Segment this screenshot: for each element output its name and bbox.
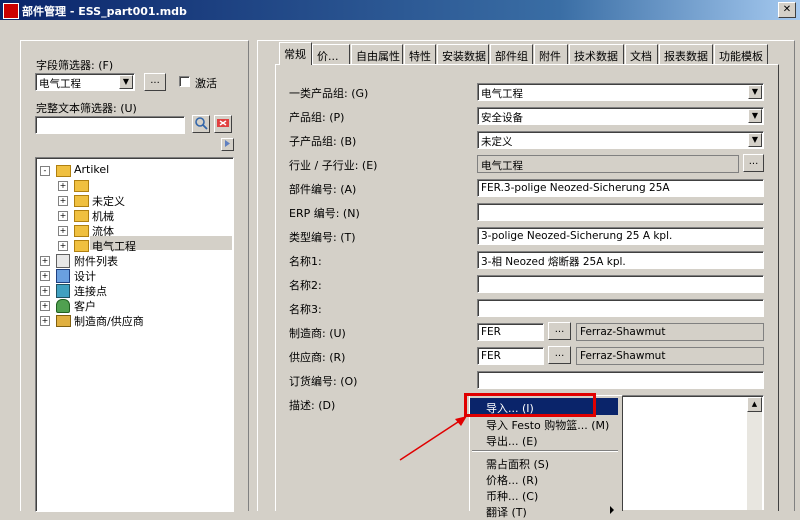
industry-label: 行业 / 子行业: (E)	[289, 159, 378, 172]
manufacturer-more-button[interactable]: ...	[548, 322, 571, 340]
product-group-select[interactable]: 安全设备 ▼	[477, 107, 764, 125]
field-filter-more-button[interactable]: ...	[144, 73, 166, 91]
chevron-down-icon[interactable]: ▼	[748, 109, 762, 123]
part-number-label: 部件编号: (A)	[289, 183, 357, 196]
menu-item-translate[interactable]: 翻译 (T)	[470, 502, 618, 519]
erp-number-label: ERP 编号: (N)	[289, 207, 360, 220]
fulltext-filter-input[interactable]	[35, 116, 185, 134]
supplier-label: 供应商: (R)	[289, 351, 346, 364]
erp-number-input[interactable]	[477, 203, 764, 221]
supplier-code-input[interactable]: FER	[477, 347, 544, 365]
field-filter-value: 电气工程	[39, 78, 81, 90]
tab-price[interactable]: 价...	[312, 44, 350, 64]
part-number-input[interactable]: FER.3-polige Neozed-Sicherung 25A	[477, 179, 764, 197]
tab-documents[interactable]: 文档	[625, 44, 658, 64]
app-icon	[3, 3, 19, 19]
field-filter-label: 字段筛选器: (F)	[36, 59, 114, 72]
apply-arrow-icon[interactable]	[221, 138, 234, 151]
menu-item-space-requirement[interactable]: 需占面积 (S)	[470, 454, 618, 471]
industry-field: 电气工程	[477, 155, 739, 173]
field-filter-select[interactable]: 电气工程 ▼	[35, 73, 135, 91]
manufacturer-name-field: Ferraz-Shawmut	[576, 323, 764, 341]
tab-general[interactable]: 常规	[279, 42, 312, 65]
chevron-down-icon[interactable]: ▼	[748, 133, 762, 147]
description-scrollbar[interactable]: ▲	[747, 397, 762, 510]
manufacturer-label: 制造商: (U)	[289, 327, 346, 340]
name3-input[interactable]	[477, 299, 764, 317]
tab-free-properties[interactable]: 自由属性	[351, 44, 403, 64]
annotation-arrow-icon	[399, 416, 467, 461]
menu-item-currency[interactable]: 币种... (C)	[470, 486, 618, 503]
tab-report-data[interactable]: 报表数据	[659, 44, 713, 64]
customer-icon	[56, 299, 70, 313]
order-number-input[interactable]	[477, 371, 764, 389]
tab-function-template[interactable]: 功能模板	[714, 44, 768, 64]
highlight-box	[464, 393, 596, 417]
fulltext-filter-label: 完整文本筛选器: (U)	[36, 102, 137, 115]
tab-technical-data[interactable]: 技术数据	[569, 44, 624, 64]
description-textarea[interactable]	[620, 395, 764, 510]
tab-characteristics[interactable]: 特性	[404, 44, 436, 64]
tree-root-label: Artikel	[74, 163, 110, 176]
title-bar: 部件管理 - ESS_part001.mdb ✕	[0, 0, 800, 20]
tree-node-blank[interactable]: +	[58, 178, 158, 193]
product-group-label: 产品组: (P)	[289, 111, 345, 124]
manufacturer-code-input[interactable]: FER	[477, 323, 544, 341]
chevron-down-icon[interactable]: ▼	[119, 75, 133, 89]
product-group1-label: 一类产品组: (G)	[289, 87, 369, 100]
menu-item-price[interactable]: 价格... (R)	[470, 470, 618, 487]
industry-more-button[interactable]: ...	[743, 154, 764, 172]
tab-accessories[interactable]: 附件	[534, 44, 568, 64]
submenu-arrow-icon	[610, 506, 614, 514]
accessory-list-icon	[56, 254, 70, 268]
supplier-name-field: Ferraz-Shawmut	[576, 347, 764, 365]
name3-label: 名称3:	[289, 303, 322, 316]
close-icon[interactable]: ✕	[778, 2, 796, 18]
scroll-up-icon[interactable]: ▲	[747, 397, 762, 412]
description-label: 描述: (D)	[289, 399, 336, 412]
name1-label: 名称1:	[289, 255, 322, 268]
order-number-label: 订货编号: (O)	[289, 375, 358, 388]
menu-separator	[472, 450, 618, 452]
search-icon[interactable]	[192, 115, 210, 133]
tab-mounting-data[interactable]: 安装数据	[437, 44, 489, 64]
name1-input[interactable]: 3-相 Neozed 熔断器 25A kpl.	[477, 251, 764, 269]
connection-point-icon	[56, 284, 70, 298]
product-group1-select[interactable]: 电气工程 ▼	[477, 83, 764, 101]
manufacturer-icon	[56, 315, 71, 327]
sub-product-group-label: 子产品组: (B)	[289, 135, 357, 148]
clear-filter-icon[interactable]	[214, 115, 232, 133]
active-checkbox[interactable]	[179, 76, 190, 87]
active-label: 激活	[195, 77, 217, 90]
supplier-more-button[interactable]: ...	[548, 346, 571, 364]
name2-input[interactable]	[477, 275, 764, 293]
name2-label: 名称2:	[289, 279, 322, 292]
type-number-label: 类型编号: (T)	[289, 231, 356, 244]
design-icon	[56, 269, 70, 283]
menu-item-import-festo[interactable]: 导入 Festo 购物篮... (M)	[470, 415, 618, 432]
sub-product-group-select[interactable]: 未定义 ▼	[477, 131, 764, 149]
chevron-down-icon[interactable]: ▼	[748, 85, 762, 99]
tab-part-group[interactable]: 部件组	[490, 44, 533, 64]
menu-item-export[interactable]: 导出... (E)	[470, 431, 618, 448]
type-number-input[interactable]: 3-polige Neozed-Sicherung 25 A kpl.	[477, 227, 764, 245]
window-title: 部件管理 - ESS_part001.mdb	[22, 5, 187, 18]
